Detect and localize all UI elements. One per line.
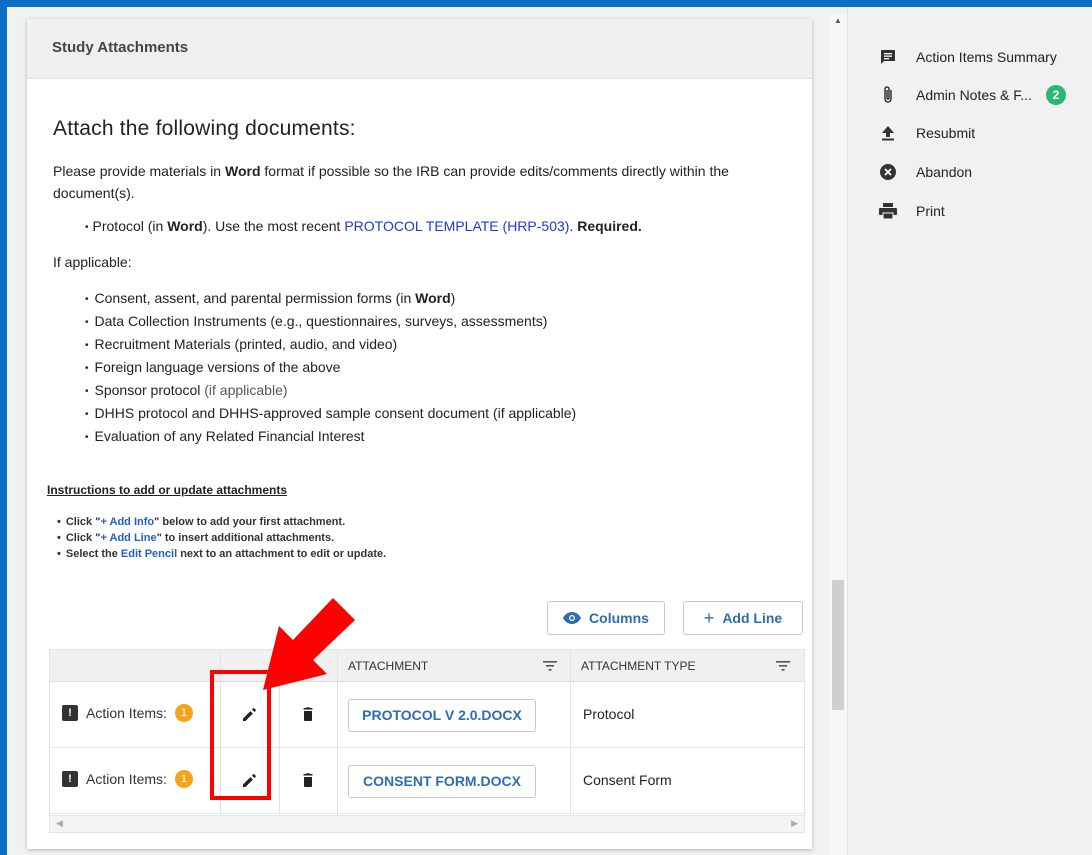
filter-icon[interactable] (543, 660, 557, 672)
comment-icon (878, 47, 898, 67)
instruction-item: Select the Edit Pencil next to an attach… (57, 546, 786, 562)
instr-text: Select the (65, 548, 121, 560)
plus-icon: + (703, 607, 715, 628)
instructions-list: Click "+ Add Info" below to add your fir… (53, 514, 786, 562)
sidebar-item-resubmit[interactable]: Resubmit (878, 123, 975, 143)
table-row: ! Action Items: 1 CONSENT FORM.DOCX Cons… (50, 748, 804, 814)
vertical-scrollbar[interactable]: ▲ (829, 14, 847, 855)
protocol-template-link[interactable]: PROTOCOL TEMPLATE (HRP-503) (344, 218, 569, 234)
doc-item-text: Sponsor protocol (94, 382, 205, 398)
action-items-label: Action Items: (86, 705, 167, 721)
action-items[interactable]: ! Action Items: 1 (62, 704, 193, 722)
trash-icon[interactable] (298, 704, 318, 724)
sidebar-item-print[interactable]: Print (878, 201, 945, 221)
upload-icon (878, 123, 898, 143)
intro-paragraph: Please provide materials in Word format … (53, 160, 763, 204)
doc-item-text: Consent, assent, and parental permission… (94, 290, 416, 306)
page-heading: Attach the following documents: (53, 117, 356, 140)
protocol-word: Word (167, 218, 203, 234)
attachment-file-button[interactable]: CONSENT FORM.DOCX (348, 765, 536, 798)
instr-text: " below to add your first attachment. (154, 516, 346, 528)
list-item: Foreign language versions of the above (85, 357, 786, 380)
list-item: Evaluation of any Related Financial Inte… (85, 426, 786, 449)
protocol-text: Protocol (in (92, 218, 168, 234)
study-attachments-card: Study Attachments Attach the following d… (27, 19, 812, 849)
instruction-item: Click "+ Add Info" below to add your fir… (57, 514, 786, 530)
scroll-right-icon[interactable]: ▶ (791, 818, 798, 829)
paperclip-icon (878, 85, 898, 105)
feedback-icon: ! (62, 705, 78, 721)
sidebar-item-label: Action Items Summary (916, 49, 1057, 65)
feedback-icon: ! (62, 771, 78, 787)
notes-count-badge: 2 (1045, 85, 1066, 105)
card-header: Study Attachments (27, 19, 812, 79)
instr-add-line: + Add Line (100, 532, 157, 544)
sidebar-item-label: Abandon (916, 164, 973, 180)
table-row: ! Action Items: 1 PROTOCOL V 2.0.DOCX Pr… (50, 682, 804, 748)
list-item: DHHS protocol and DHHS-approved sample c… (85, 403, 786, 426)
list-item: Sponsor protocol (if applicable) (85, 380, 786, 403)
list-item: Consent, assent, and parental permission… (85, 288, 786, 311)
column-header-attachment-type[interactable]: ATTACHMENT TYPE (581, 650, 695, 682)
action-items-label: Action Items: (86, 771, 167, 787)
sidebar-item-label: Resubmit (916, 125, 976, 141)
intro-text: Please provide materials in (53, 163, 225, 179)
required-label: Required. (577, 218, 642, 234)
action-count-badge: 1 (174, 770, 193, 788)
columns-label: Columns (589, 610, 649, 626)
instr-edit-pencil: Edit Pencil (120, 548, 178, 560)
instr-text: " to insert additional attachments. (156, 532, 335, 544)
printer-icon (878, 201, 898, 221)
action-items[interactable]: ! Action Items: 1 (62, 770, 193, 788)
sidebar-item-label: Admin Notes & F... (916, 87, 1032, 103)
attachment-type: Protocol (583, 706, 635, 722)
instruction-item: Click "+ Add Line" to insert additional … (57, 530, 786, 546)
instr-text: Click " (65, 516, 101, 528)
scrollbar-thumb[interactable] (832, 580, 844, 710)
list-item: Recruitment Materials (printed, audio, a… (85, 334, 786, 357)
doc-item-end: ) (450, 290, 456, 306)
if-applicable-label: If applicable: (53, 254, 132, 270)
sidebar-item-label: Print (916, 203, 945, 219)
instr-add-info: + Add Info (100, 516, 155, 528)
attachment-file-button[interactable]: PROTOCOL V 2.0.DOCX (348, 699, 536, 732)
attachment-type: Consent Form (583, 772, 672, 788)
sidebar-item-abandon[interactable]: Abandon (878, 162, 972, 182)
filter-icon[interactable] (776, 660, 790, 672)
red-arrow-icon (263, 598, 355, 690)
right-sidebar: Action Items Summary Admin Notes & F... … (847, 7, 1092, 855)
edit-pencil-icon[interactable] (240, 704, 260, 724)
scroll-left-icon[interactable]: ◀ (56, 818, 63, 829)
cancel-circle-icon (878, 162, 898, 182)
protocol-requirement: • Protocol (in Word). Use the most recent… (53, 218, 786, 234)
document-list: Consent, assent, and parental permission… (53, 288, 786, 449)
instructions-title: Instructions to add or update attachment… (47, 483, 288, 497)
add-line-button[interactable]: + Add Line (683, 601, 803, 635)
protocol-text-mid: ). Use the most recent (202, 218, 345, 234)
scroll-up-icon[interactable]: ▲ (834, 16, 842, 25)
card-content: Attach the following documents: Please p… (27, 117, 812, 562)
action-count-badge: 1 (174, 704, 193, 722)
attachments-table: ATTACHMENT ATTACHMENT TYPE ! Action Item… (49, 649, 805, 833)
columns-button[interactable]: Columns (547, 601, 665, 635)
add-line-label: Add Line (722, 610, 783, 626)
instr-text: Click " (65, 532, 101, 544)
instr-text: next to an attachment to edit or update. (177, 548, 387, 560)
list-item: Data Collection Instruments (e.g., quest… (85, 311, 786, 334)
bullet: • (85, 222, 89, 233)
edit-pencil-icon[interactable] (240, 770, 260, 790)
eye-icon (563, 612, 582, 624)
doc-item-muted: (if applicable) (204, 382, 288, 398)
horizontal-scrollbar[interactable]: ◀ ▶ (50, 815, 804, 832)
intro-word: Word (224, 163, 261, 179)
sidebar-item-action-items-summary[interactable]: Action Items Summary (878, 47, 1057, 67)
trash-icon[interactable] (298, 770, 318, 790)
sidebar-item-admin-notes[interactable]: Admin Notes & F... 2 (878, 85, 1066, 105)
doc-item-word: Word (415, 290, 451, 306)
table-header: ATTACHMENT ATTACHMENT TYPE (50, 650, 804, 682)
